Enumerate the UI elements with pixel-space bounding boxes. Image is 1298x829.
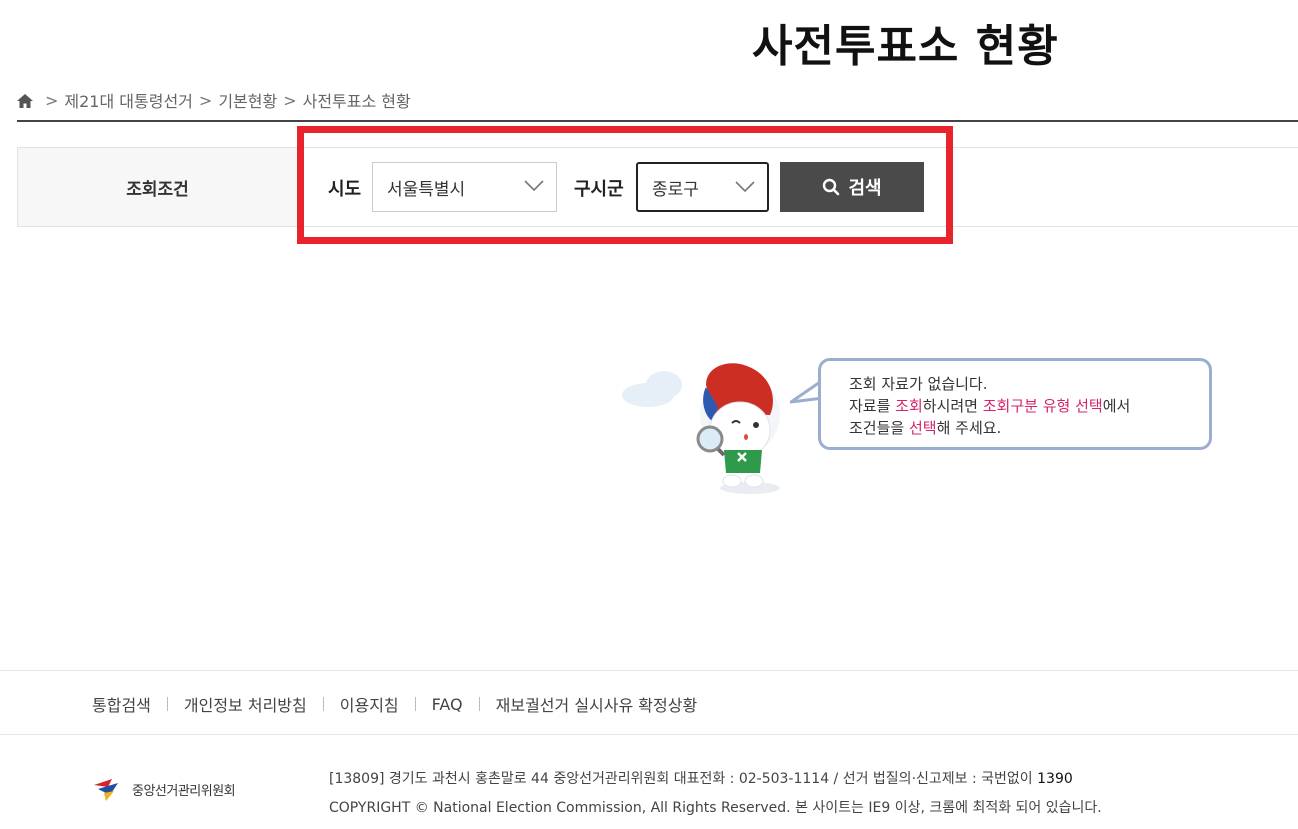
footer-link-separator — [414, 697, 416, 711]
gusigun-label: 구시군 — [574, 179, 624, 200]
page-title: 사전투표소 현황 — [752, 21, 1059, 72]
nec-logo-text: 중앙선거관리위원회 — [132, 783, 236, 799]
footer-address: [13809] 경기도 과천시 홍촌말로 44 중앙선거관리위원회 대표전화 :… — [329, 765, 1102, 794]
empty-message-line2: 자료를 조회하시려면 조회구분 유형 선택에서 — [849, 395, 1209, 417]
breadcrumb-separator: > — [283, 90, 297, 110]
title-divider — [17, 120, 1298, 122]
breadcrumb-separator: > — [45, 90, 59, 110]
footer-divider — [0, 734, 1298, 735]
breadcrumb-item-election[interactable]: 제21대 대통령선거 — [64, 88, 193, 112]
breadcrumb-item-basic-status[interactable]: 기본현황 — [218, 88, 277, 112]
highlight-text: 선택 — [908, 419, 937, 437]
footer-link-integrated-search[interactable]: 통합검색 — [92, 692, 151, 716]
footer-link-by-election-status[interactable]: 재보궐선거 실시사유 확정상황 — [496, 692, 698, 716]
breadcrumb-separator: > — [198, 90, 213, 110]
nec-logo: 중앙선거관리위원회 — [92, 775, 236, 803]
gusigun-select[interactable]: 종로구 — [636, 162, 769, 212]
footer-link-separator — [478, 697, 480, 711]
nec-emblem-icon — [94, 779, 118, 801]
footer-link-faq[interactable]: FAQ — [432, 695, 463, 714]
footer-address-text: [13809] 경기도 과천시 홍촌말로 44 중앙선거관리위원회 대표전화 :… — [329, 771, 1038, 787]
gusigun-select-value: 종로구 — [652, 179, 699, 200]
footer-info: [13809] 경기도 과천시 홍촌말로 44 중앙선거관리위원회 대표전화 :… — [329, 765, 1102, 823]
breadcrumb-item-current: 사전투표소 현황 — [302, 92, 411, 111]
text-segment: 자료를 — [849, 397, 896, 415]
footer-divider — [0, 670, 1298, 671]
empty-message-line1: 조회 자료가 없습니다. — [849, 375, 988, 393]
highlight-text: 조회구분 유형 선택 — [982, 397, 1103, 415]
text-segment: 하시려면 — [922, 397, 983, 415]
footer-link-privacy-policy[interactable]: 개인정보 처리방침 — [184, 692, 307, 716]
highlight-text: 조회 — [895, 397, 923, 415]
footer-link-separator — [322, 697, 324, 711]
text-segment: 에서 — [1102, 397, 1131, 415]
empty-state-message: 조회 자료가 없습니다. 자료를 조회하시려면 조회구분 유형 선택에서 조건들… — [818, 358, 1212, 450]
footer-link-usage-guide[interactable]: 이용지침 — [340, 692, 399, 716]
search-icon — [823, 178, 840, 196]
text-segment: 조건들을 — [849, 419, 909, 437]
footer-copyright: COPYRIGHT © National Election Commission… — [329, 800, 1102, 816]
home-icon[interactable] — [17, 93, 33, 108]
search-button-label: 검색 — [848, 178, 882, 199]
empty-message-line3: 조건들을 선택해 주세요. — [849, 417, 1209, 439]
breadcrumb: > 제21대 대통령선거 > 기본현황 > 사전투표소 현황 — [17, 88, 411, 112]
text-segment: 해 주세요. — [936, 419, 1002, 437]
sido-label: 시도 — [328, 179, 362, 200]
search-button[interactable]: 검색 — [780, 162, 924, 212]
footer-links: 통합검색 개인정보 처리방침 이용지침 FAQ 재보궐선거 실시사유 확정상황 — [92, 692, 697, 716]
mascot-character-icon — [622, 363, 780, 494]
footer-link-separator — [166, 697, 168, 711]
sido-select[interactable]: 서울특별시 — [372, 162, 557, 212]
search-condition-label: 조회조건 — [18, 148, 298, 226]
sido-select-value: 서울특별시 — [387, 179, 466, 200]
footer-hotline: 1390 — [1037, 771, 1073, 787]
chevron-down-icon — [735, 181, 755, 193]
chevron-down-icon — [524, 180, 544, 192]
